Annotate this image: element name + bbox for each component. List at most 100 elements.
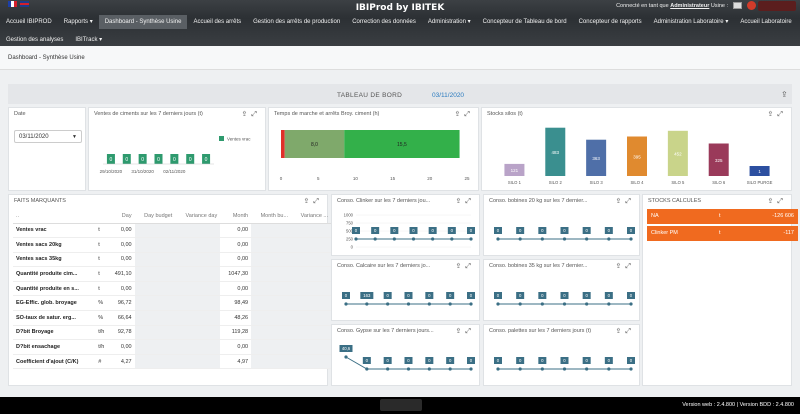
expand-icon[interactable]: ⤢	[777, 198, 787, 205]
line-point	[469, 367, 473, 371]
ibiquity-logo	[380, 399, 422, 411]
table-row[interactable]: Quantité produite cim... t 491,10 1047,30	[13, 266, 331, 282]
cell-empty	[175, 266, 221, 282]
expand-icon[interactable]: ⤢	[465, 328, 475, 335]
cell-empty	[175, 237, 221, 253]
table-row[interactable]: SO-taux de satur. erg...% 66,64 48,26	[13, 310, 331, 326]
line-point	[562, 367, 567, 371]
panel-title: Stocks silos (t)	[487, 111, 523, 117]
export-icon[interactable]: ⇪	[455, 111, 465, 118]
export-icon[interactable]: ⇪	[616, 198, 626, 205]
export-icon[interactable]: ⇪	[242, 111, 252, 118]
export-icon[interactable]: ⇪	[304, 198, 314, 205]
table-row[interactable]: Quantité produite en s... t 0,00 0,00	[13, 281, 331, 297]
cell-unit: t/h	[95, 339, 108, 355]
nav-item-1[interactable]: Rapports ▾	[58, 15, 99, 29]
stock-row[interactable]: Clinker PM t -117	[647, 226, 798, 241]
cell-label: SO-taux de satur. erg...	[13, 310, 96, 326]
expand-icon[interactable]: ⤢	[465, 263, 475, 270]
panel-title: Conso. Clinker sur les 7 derniers jou...	[337, 198, 431, 204]
export-icon[interactable]: ⇪	[456, 263, 466, 270]
cell-empty	[134, 237, 176, 253]
expand-icon[interactable]: ⤢	[251, 111, 261, 118]
table-row[interactable]: D?bit ensachage t/h 0,00 0,00	[13, 339, 331, 355]
stock-row[interactable]: NA t -126 606	[647, 209, 798, 224]
cell-empty	[175, 281, 221, 297]
column-header[interactable]: Variance day	[175, 209, 221, 224]
cell-month: 0,00	[220, 237, 252, 253]
nav-item-10[interactable]: Accueil Laboratoire	[734, 15, 797, 29]
board-date[interactable]: 03/11/2020	[432, 92, 464, 99]
calcaire-panel: Conso. Calcaire sur les 7 derniers jo...…	[331, 259, 480, 321]
expand-icon[interactable]: ⤢	[465, 198, 475, 205]
column-header[interactable]	[95, 209, 108, 224]
ventes-bar-label: 0	[110, 157, 113, 163]
cell-empty	[291, 295, 331, 312]
nav2-item-0[interactable]: Gestion des analyses	[0, 33, 69, 45]
nav2-item-1[interactable]: IBITrack ▾	[69, 33, 108, 45]
line-point	[427, 367, 431, 371]
cell-month: 98,49	[220, 295, 252, 312]
nav-item-2[interactable]: Dashboard - Synthèse Usine	[98, 15, 188, 29]
export-icon[interactable]: ⇪	[781, 90, 788, 99]
cell-month: 0,00	[220, 281, 252, 297]
cell-unit: t	[95, 252, 108, 268]
column-header[interactable]: ..	[13, 209, 96, 224]
logout-icon[interactable]	[747, 1, 756, 10]
factory-select[interactable]	[733, 2, 742, 9]
table-row[interactable]: Ventes sacs 35kg t 0,00 0,00	[13, 252, 331, 268]
point-label: 163	[363, 293, 371, 298]
chevron-down-icon: ▼	[72, 134, 77, 140]
ventes-bar-label: 0	[141, 157, 144, 163]
nav-item-3[interactable]: Accueil des arrêts	[187, 15, 247, 29]
stock-unit: t	[719, 213, 721, 219]
expand-icon[interactable]: ⤢	[777, 111, 787, 118]
line-point	[496, 237, 500, 241]
cell-empty	[291, 325, 331, 341]
expand-icon[interactable]: ⤢	[313, 198, 323, 205]
column-header[interactable]: Variance ...	[291, 209, 331, 224]
point-label: 40,6	[342, 346, 351, 351]
table-row[interactable]: Coefficient d'ajout (C/K) #4,27 4,97	[13, 354, 331, 370]
expand-icon[interactable]: ⤢	[625, 198, 635, 205]
export-icon[interactable]: ⇪	[616, 263, 626, 270]
table-row[interactable]: EG-Effic. glob. broyage% 96,72 98,49	[13, 295, 331, 312]
export-icon[interactable]: ⇪	[768, 111, 778, 118]
nav-item-4[interactable]: Gestion des arrêts de production	[247, 15, 346, 29]
expand-icon[interactable]: ⤢	[464, 111, 474, 118]
cell-month: 119,28	[220, 325, 252, 341]
panel-title: Conso. bobines 20 kg sur les 7 dernier..…	[489, 198, 588, 204]
nav-item-5[interactable]: Correction des données	[346, 15, 422, 29]
export-icon[interactable]: ⇪	[456, 328, 466, 335]
cell-empty	[291, 339, 331, 355]
silo-category-label: SILO PURGE	[747, 180, 773, 185]
column-header[interactable]: Day budget	[134, 209, 176, 224]
line-point	[562, 237, 567, 241]
table-row[interactable]: Ventes sacs 20kg t 0,00 0,00	[13, 237, 331, 253]
ventes-tick-label: 29/10/2020	[100, 169, 123, 174]
export-icon[interactable]: ⇪	[616, 328, 626, 335]
expand-icon[interactable]: ⤢	[625, 328, 635, 335]
column-header[interactable]: Month bu...	[251, 209, 292, 224]
date-select[interactable]: 03/11/2020 ▼	[14, 130, 82, 143]
panel-title: Ventes de ciments sur les 7 derniers jou…	[94, 111, 203, 117]
panel-title: Conso. Calcaire sur les 7 derniers jo...	[337, 263, 431, 269]
export-icon[interactable]: ⇪	[768, 198, 778, 205]
line-point	[540, 302, 544, 306]
column-header[interactable]: Day	[107, 209, 135, 224]
nav-item-0[interactable]: Accueil IBIPROD	[0, 15, 58, 29]
expand-icon[interactable]: ⤢	[625, 263, 635, 270]
line-point	[585, 237, 589, 241]
nav-item-7[interactable]: Concepteur de Tableau de bord	[477, 15, 573, 29]
column-header[interactable]: Month	[220, 209, 252, 224]
ventes-chart: 0 0 0 0 0 0 0 29/10/2020 31/10/2020 02/11/2020 Ven…	[100, 136, 251, 174]
cell-day: 0,00	[107, 252, 135, 268]
export-icon[interactable]: ⇪	[456, 198, 466, 205]
user-name-link[interactable]: Administrateur	[670, 3, 709, 9]
nav-item-8[interactable]: Concepteur de rapports	[573, 15, 648, 29]
nav-item-6[interactable]: Administration ▾	[422, 15, 477, 29]
cell-empty	[175, 354, 221, 370]
nav-item-9[interactable]: Administration Laboratoire ▾	[648, 15, 735, 29]
table-row[interactable]: Ventes vrac t 0,00 0,00	[13, 223, 331, 239]
table-row[interactable]: D?bit Broyage t/h 92,78 119,28	[13, 325, 331, 341]
